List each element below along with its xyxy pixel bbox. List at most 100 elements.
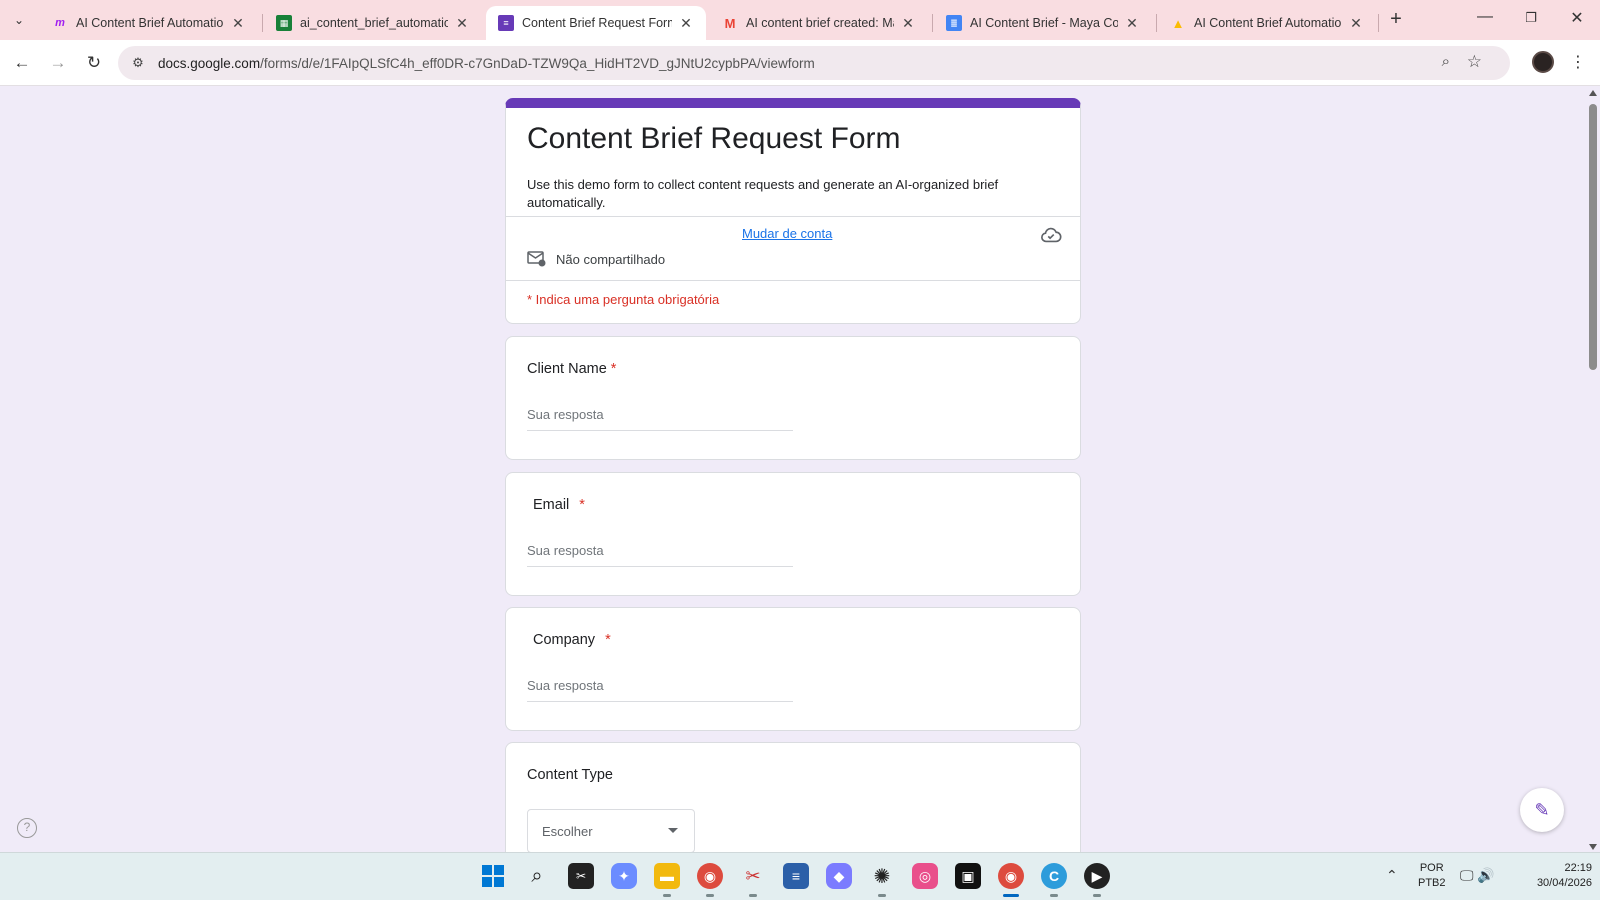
close-window-icon[interactable]: ✕ (1562, 8, 1592, 28)
company-input[interactable]: Sua resposta (527, 678, 793, 702)
scroll-thumb[interactable] (1589, 104, 1597, 370)
page-scrollbar[interactable] (1586, 88, 1600, 852)
question-title: Content Type (527, 767, 613, 783)
question-card-client-name: Client Name * Sua resposta (505, 336, 1081, 460)
forward-arrow-icon[interactable]: → (47, 52, 69, 74)
zoom-icon[interactable]: ⌕ (1442, 53, 1450, 70)
tab-title: ai_content_brief_automation (300, 16, 448, 30)
browser-tab-drive[interactable]: ▲ AI Content Brief Automation ✕ (1158, 6, 1376, 40)
network-volume-icon[interactable]: 🖵 🔊 (1460, 867, 1495, 884)
show-hidden-icons-chevron-icon[interactable]: ⌃ (1386, 867, 1398, 884)
close-tab-icon[interactable]: ✕ (1124, 15, 1140, 32)
capcut-icon[interactable]: ✂ (568, 863, 594, 889)
notepad-icon[interactable]: ≡ (783, 863, 809, 889)
browser-tab-strip: ⌄ m AI Content Brief Automation ✕ ▦ ai_c… (0, 0, 1600, 40)
cloud-saved-icon (1041, 227, 1062, 243)
search-icon[interactable]: ⌕ (524, 863, 550, 889)
creative-app-icon[interactable]: ◎ (912, 863, 938, 889)
windows-start-icon[interactable] (480, 863, 506, 889)
question-label: Content Type (527, 767, 613, 783)
reload-icon[interactable]: ↻ (83, 52, 105, 74)
required-asterisk: * (579, 497, 585, 513)
system-clock[interactable]: 22:19 30/04/2026 (1512, 861, 1592, 891)
close-tab-icon[interactable]: ✕ (900, 15, 916, 32)
close-tab-icon[interactable]: ✕ (454, 15, 470, 32)
docs-icon: ≣ (946, 15, 962, 31)
email-input[interactable]: Sua resposta (527, 543, 793, 567)
tab-separator (1156, 14, 1157, 32)
scroll-up-arrow-icon[interactable] (1589, 90, 1597, 96)
form-title: Content Brief Request Form (527, 122, 901, 155)
close-tab-icon[interactable]: ✕ (230, 15, 246, 32)
canva-icon[interactable]: C (1041, 863, 1067, 889)
question-card-email: Email * Sua resposta (505, 472, 1081, 596)
question-title: Email (533, 497, 570, 513)
url-path: /forms/d/e/1FAIpQLSfC4h_eff0DR-c7GnDaD-T… (260, 55, 815, 71)
browser-tab-forms-active[interactable]: ≡ Content Brief Request Form ✕ (486, 6, 706, 40)
browser-tab-make[interactable]: m AI Content Brief Automation ✕ (40, 6, 258, 40)
chatgpt-icon[interactable]: ✺ (869, 863, 895, 889)
active-indicator (1003, 894, 1019, 897)
windows-taskbar: ⌕ ✂ ✦ ▬ ◉ ✂ ≡ ◆ ✺ ◎ ▣ ◉ C ▶ ⌃ POR PTB2 🖵… (0, 852, 1600, 900)
close-tab-icon[interactable]: ✕ (678, 15, 694, 32)
divider (506, 216, 1080, 217)
client-name-input[interactable]: Sua resposta (527, 407, 793, 431)
bookmark-star-icon[interactable]: ☆ (1467, 52, 1482, 72)
browser-tab-sheets[interactable]: ▦ ai_content_brief_automation ✕ (264, 6, 482, 40)
profile-avatar[interactable] (1532, 51, 1554, 73)
chat-app-icon[interactable]: ◆ (826, 863, 852, 889)
required-note: * Indica uma pergunta obrigatória (527, 292, 720, 307)
cube-app-icon[interactable]: ▣ (955, 863, 981, 889)
browser-toolbar: ← → ↻ ⚙ docs.google.com/forms/d/e/1FAIpQ… (0, 40, 1600, 86)
tab-search-chevron-icon[interactable]: ⌄ (8, 9, 30, 31)
drive-icon: ▲ (1171, 15, 1185, 31)
tab-title: AI Content Brief Automation (1194, 16, 1342, 30)
url-text: docs.google.com/forms/d/e/1FAIpQLSfC4h_e… (158, 56, 815, 71)
gmail-icon: M (724, 15, 736, 31)
question-card-content-type: Content Type Escolher (505, 742, 1081, 866)
language-code: POR (1419, 862, 1444, 874)
tab-separator (262, 14, 263, 32)
running-indicator (1093, 894, 1101, 897)
snipping-tool-icon[interactable]: ✂ (740, 863, 766, 889)
clock-time: 22:19 (1564, 862, 1592, 874)
clock-date: 30/04/2026 (1536, 877, 1592, 889)
running-indicator (1050, 894, 1058, 897)
form-header-card: Content Brief Request Form Use this demo… (505, 98, 1081, 324)
question-label: Email * (533, 497, 585, 513)
content-type-dropdown[interactable]: Escolher (527, 809, 695, 853)
question-title: Company (533, 632, 596, 648)
site-info-icon[interactable]: ⚙ (128, 55, 148, 71)
question-title: Client Name (527, 361, 607, 377)
browser-menu-icon[interactable]: ⋮ (1570, 52, 1586, 72)
chrome-profile-icon[interactable]: ◉ (998, 863, 1024, 889)
required-asterisk: * (610, 361, 617, 377)
input-language-indicator[interactable]: POR PTB2 (1418, 861, 1446, 891)
question-label: Company * (533, 632, 611, 648)
address-bar[interactable]: ⚙ docs.google.com/forms/d/e/1FAIpQLSfC4h… (118, 46, 1510, 80)
file-explorer-icon[interactable]: ▬ (654, 863, 680, 889)
question-card-company: Company * Sua resposta (505, 607, 1081, 731)
chrome-icon[interactable]: ◉ (697, 863, 723, 889)
copilot-icon[interactable]: ✦ (611, 863, 637, 889)
minimize-icon[interactable]: — (1470, 8, 1500, 26)
media-player-icon[interactable]: ▶ (1084, 863, 1110, 889)
tab-separator (1378, 14, 1379, 32)
tab-separator (932, 14, 933, 32)
edit-pencil-icon[interactable]: ✎ (1520, 788, 1564, 832)
browser-tab-docs[interactable]: ≣ AI Content Brief - Maya Colli ✕ (934, 6, 1152, 40)
switch-account-link[interactable]: Mudar de conta (742, 226, 832, 241)
question-label: Client Name * (527, 361, 616, 377)
browser-tab-gmail[interactable]: M AI content brief created: May ✕ (710, 6, 928, 40)
form-description: Use this demo form to collect content re… (527, 177, 999, 210)
mail-not-shared-icon (527, 251, 546, 267)
close-tab-icon[interactable]: ✕ (1348, 15, 1364, 32)
help-icon[interactable]: ? (17, 818, 37, 838)
back-arrow-icon[interactable]: ← (11, 52, 33, 74)
tab-title: AI Content Brief - Maya Colli (970, 16, 1118, 30)
sheets-icon: ▦ (276, 15, 292, 31)
new-tab-plus-icon[interactable]: + (1384, 8, 1408, 31)
restore-icon[interactable]: ❐ (1516, 10, 1546, 26)
divider (506, 280, 1080, 281)
scroll-down-arrow-icon[interactable] (1589, 844, 1597, 850)
